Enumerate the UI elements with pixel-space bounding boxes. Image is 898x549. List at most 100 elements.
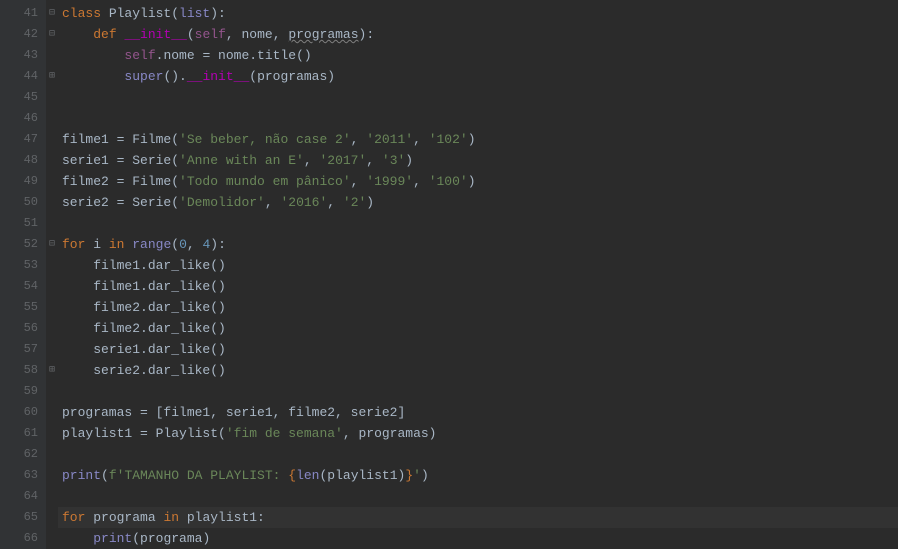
token-ident: ) — [421, 468, 429, 483]
token-ident: , — [351, 174, 367, 189]
token-fstr-brace: { — [288, 468, 296, 483]
token-str: 'Se beber, não case 2' — [179, 132, 351, 147]
fold-marker — [46, 108, 58, 129]
token-str: 'fim de semana' — [226, 426, 343, 441]
code-line[interactable] — [58, 213, 898, 234]
token-ident: Playlist( — [109, 6, 179, 21]
token-builtin: list — [179, 6, 210, 21]
token-builtin: print — [93, 531, 132, 546]
token-num: 0 — [179, 237, 187, 252]
code-line[interactable] — [58, 486, 898, 507]
token-dunder: __init__ — [124, 27, 186, 42]
token-ident: programa — [93, 510, 163, 525]
code-line[interactable] — [58, 381, 898, 402]
code-line[interactable]: filme1.dar_like() — [58, 276, 898, 297]
token-kw: in — [109, 237, 132, 252]
token-str: ' — [413, 468, 421, 483]
code-line[interactable]: filme1 = Filme('Se beber, não case 2', '… — [58, 129, 898, 150]
token-ident: ): — [210, 6, 226, 21]
token-ident: , — [413, 132, 429, 147]
token-str: 'Todo mundo em pânico' — [179, 174, 351, 189]
code-line[interactable]: playlist1 = Playlist('fim de semana', pr… — [58, 423, 898, 444]
line-number-gutter: 4142434445464748495051525354555657585960… — [0, 0, 46, 549]
fold-marker[interactable]: ⊞ — [46, 360, 58, 381]
token-ident: (). — [163, 69, 186, 84]
code-area[interactable]: class Playlist(list): def __init__(self,… — [58, 0, 898, 549]
token-ident: , — [351, 132, 367, 147]
line-number: 51 — [0, 213, 46, 234]
fold-marker[interactable]: ⊟ — [46, 24, 58, 45]
fold-marker — [46, 171, 58, 192]
line-number: 56 — [0, 318, 46, 339]
line-number: 42 — [0, 24, 46, 45]
token-dunder: __init__ — [187, 69, 249, 84]
code-line[interactable]: filme2.dar_like() — [58, 297, 898, 318]
code-line[interactable]: serie1.dar_like() — [58, 339, 898, 360]
fold-marker — [46, 192, 58, 213]
code-line[interactable]: serie2 = Serie('Demolidor', '2016', '2') — [58, 192, 898, 213]
token-kw: for — [62, 237, 93, 252]
token-ident: programas = [filme1, serie1, filme2, ser… — [62, 405, 405, 420]
code-line[interactable]: serie2.dar_like() — [58, 360, 898, 381]
code-line[interactable] — [58, 108, 898, 129]
code-line[interactable]: serie1 = Serie('Anne with an E', '2017',… — [58, 150, 898, 171]
code-line[interactable] — [58, 444, 898, 465]
token-ident: filme1 = Filme( — [62, 132, 179, 147]
fold-marker — [46, 465, 58, 486]
token-self: self — [124, 48, 155, 63]
line-number: 61 — [0, 423, 46, 444]
token-str: 'Demolidor' — [179, 195, 265, 210]
fold-marker[interactable]: ⊟ — [46, 3, 58, 24]
code-line[interactable]: filme2.dar_like() — [58, 318, 898, 339]
code-line[interactable] — [58, 87, 898, 108]
token-str: '1999' — [366, 174, 413, 189]
fold-marker — [46, 507, 58, 528]
line-number: 65 — [0, 507, 46, 528]
code-line[interactable]: self.nome = nome.title() — [58, 45, 898, 66]
token-ident: filme2 = Filme( — [62, 174, 179, 189]
line-number: 58 — [0, 360, 46, 381]
token-ident: (playlist1) — [319, 468, 405, 483]
code-line[interactable]: programas = [filme1, serie1, filme2, ser… — [58, 402, 898, 423]
fold-gutter[interactable]: ⊟⊟⊞⊟⊞ — [46, 0, 58, 549]
line-number: 49 — [0, 171, 46, 192]
fold-marker — [46, 528, 58, 549]
fold-marker — [46, 276, 58, 297]
code-line[interactable]: super().__init__(programas) — [58, 66, 898, 87]
line-number: 46 — [0, 108, 46, 129]
line-number: 66 — [0, 528, 46, 549]
fold-marker[interactable]: ⊟ — [46, 234, 58, 255]
token-str: '2017' — [319, 153, 366, 168]
line-number: 52 — [0, 234, 46, 255]
line-number: 50 — [0, 192, 46, 213]
line-number: 45 — [0, 87, 46, 108]
code-line[interactable]: class Playlist(list): — [58, 3, 898, 24]
code-line[interactable]: filme1.dar_like() — [58, 255, 898, 276]
token-str: '102' — [429, 132, 468, 147]
fold-marker — [46, 255, 58, 276]
token-ident: , — [327, 195, 343, 210]
code-line[interactable]: for programa in playlist1: — [58, 507, 898, 528]
token-ident: , — [366, 153, 382, 168]
fold-marker[interactable]: ⊞ — [46, 66, 58, 87]
token-ident: , — [413, 174, 429, 189]
code-line[interactable]: print(programa) — [58, 528, 898, 549]
token-str: '2' — [343, 195, 366, 210]
token-ident: serie2 = Serie( — [62, 195, 179, 210]
line-number: 60 — [0, 402, 46, 423]
fold-marker — [46, 339, 58, 360]
code-line[interactable]: print(f'TAMANHO DA PLAYLIST: {len(playli… — [58, 465, 898, 486]
token-ident: ): — [210, 237, 226, 252]
token-builtin: len — [296, 468, 319, 483]
code-line[interactable]: filme2 = Filme('Todo mundo em pânico', '… — [58, 171, 898, 192]
token-ident: , — [187, 237, 203, 252]
code-line[interactable]: def __init__(self, nome, programas): — [58, 24, 898, 45]
token-str: '100' — [429, 174, 468, 189]
token-self: self — [195, 27, 226, 42]
line-number: 64 — [0, 486, 46, 507]
token-str: TAMANHO DA PLAYLIST: — [124, 468, 288, 483]
fold-marker — [46, 318, 58, 339]
token-ident: ) — [366, 195, 374, 210]
code-line[interactable]: for i in range(0, 4): — [58, 234, 898, 255]
code-editor[interactable]: 4142434445464748495051525354555657585960… — [0, 0, 898, 549]
